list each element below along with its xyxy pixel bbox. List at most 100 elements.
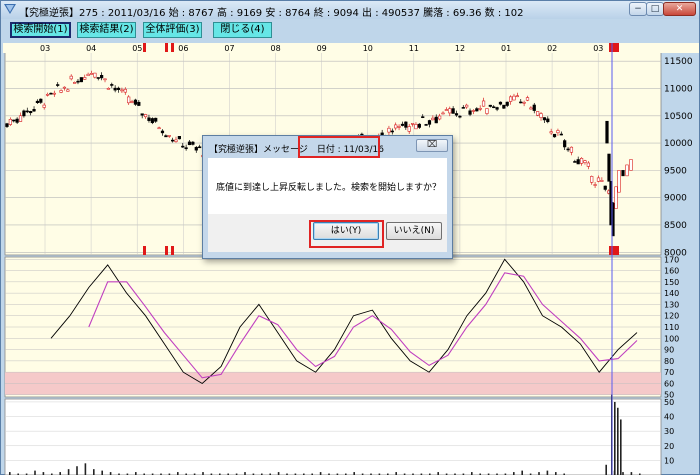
candle-body xyxy=(552,133,557,138)
candle-body xyxy=(441,112,445,115)
dialog-close-button[interactable]: ⌧ xyxy=(416,139,448,152)
oscillator-tick-label: 80 xyxy=(664,357,674,366)
volume-background xyxy=(4,398,662,475)
candle-body xyxy=(448,108,452,114)
candle-body xyxy=(96,77,100,79)
candle-body xyxy=(438,115,442,120)
candle-body xyxy=(458,115,462,118)
volume-tick-label: 50 xyxy=(664,398,674,407)
candle-body xyxy=(89,73,94,75)
maximize-button[interactable]: □ xyxy=(646,2,664,16)
candle-body xyxy=(454,113,459,116)
oscillator-tick-label: 70 xyxy=(664,368,674,377)
candle-body xyxy=(184,147,188,150)
candle-body xyxy=(177,136,181,140)
candle-body xyxy=(532,104,536,111)
candle-body xyxy=(621,170,625,177)
candle-body xyxy=(400,123,405,126)
candle-body xyxy=(154,117,158,122)
window-title: 【究極逆張】275 : 2011/03/16 始 : 8767 高 : 9169… xyxy=(19,8,524,19)
candle-body xyxy=(505,101,509,106)
signal-marker xyxy=(143,43,146,52)
no-button[interactable]: いいえ(N) xyxy=(386,222,442,240)
month-tick-label: 03 xyxy=(40,44,50,53)
month-tick-label: 09 xyxy=(317,44,327,53)
candle-body xyxy=(605,120,609,144)
price-tick-label: 9500 xyxy=(664,166,687,176)
candle-body xyxy=(522,101,526,104)
candle-body xyxy=(387,127,391,133)
minimize-button[interactable]: − xyxy=(629,2,647,16)
candle-body xyxy=(509,96,513,102)
candle-body xyxy=(614,186,618,209)
search-results-button[interactable]: 検索結果(2) xyxy=(77,22,136,38)
candle-body xyxy=(164,135,168,138)
candle-body xyxy=(502,104,506,109)
dialog-message: 底値に到達し上昇反転しました。検索を開始しますか？ xyxy=(216,183,442,193)
candle-body xyxy=(424,124,428,126)
candle-body xyxy=(586,162,590,167)
app-window: 【究極逆張】275 : 2011/03/16 始 : 8767 高 : 9169… xyxy=(0,0,700,475)
candle-body xyxy=(461,107,465,109)
volume-bar xyxy=(521,470,523,475)
volume-tick-label: 30 xyxy=(664,427,674,436)
price-tick-label: 10000 xyxy=(664,139,693,149)
signal-marker xyxy=(171,43,174,52)
candle-body xyxy=(475,108,479,112)
candle-body xyxy=(431,117,435,121)
candle-body xyxy=(600,180,604,182)
title-bar[interactable]: 【究極逆張】275 : 2011/03/16 始 : 8767 高 : 9169… xyxy=(1,1,699,19)
candle-body xyxy=(451,108,455,114)
volume-bar xyxy=(546,470,549,475)
close-window-button[interactable]: ✕ xyxy=(663,2,696,16)
candle-body xyxy=(495,107,499,110)
candle-body xyxy=(147,117,151,121)
candle-body xyxy=(478,108,482,110)
candle-body xyxy=(427,120,432,125)
month-tick-label: 02 xyxy=(547,44,557,53)
candle-body xyxy=(157,127,161,130)
candle-body xyxy=(546,118,550,123)
month-tick-label: 03 xyxy=(593,44,603,53)
candle-body xyxy=(590,176,594,183)
oscillator-tick-label: 90 xyxy=(664,346,674,355)
candle-body xyxy=(8,118,12,125)
candle-body xyxy=(397,126,401,128)
oscillator-tick-label: 100 xyxy=(664,334,679,343)
candle-body xyxy=(573,161,577,163)
volume-bar xyxy=(76,466,78,475)
candle-body xyxy=(556,130,560,134)
candle-body xyxy=(191,141,195,145)
search-start-button[interactable]: 検索開始(1) xyxy=(10,22,71,38)
price-tick-label: 10500 xyxy=(664,112,693,122)
chart-area: 80008500900095001000010500110001150003 04… xyxy=(3,43,699,475)
oscillator-tick-label: 170 xyxy=(664,255,679,264)
candle-body xyxy=(515,95,519,98)
candle-body xyxy=(407,126,411,132)
candle-body xyxy=(12,119,16,122)
month-tick-label: 07 xyxy=(224,44,234,53)
month-tick-label: 06 xyxy=(178,44,188,53)
candle-body xyxy=(140,113,144,116)
candle-body xyxy=(116,87,121,90)
candle-body xyxy=(512,95,516,101)
price-tick-label: 8500 xyxy=(664,221,687,231)
candle-body xyxy=(15,118,19,123)
candle-body xyxy=(72,82,77,84)
signal-marker xyxy=(609,43,619,52)
candle-body xyxy=(76,80,80,83)
candle-body xyxy=(120,89,124,92)
candle-body xyxy=(559,133,563,136)
yes-button[interactable]: はい(Y) xyxy=(313,222,379,240)
overall-evaluation-button[interactable]: 全体評価(3) xyxy=(143,22,202,38)
volume-panel: 10 20 30 40 50 xyxy=(4,394,674,475)
close-button[interactable]: 閉じる(4) xyxy=(213,22,272,38)
signal-marker xyxy=(165,246,168,255)
oscillator-tick-label: 140 xyxy=(664,289,679,298)
month-tick-label: 01 xyxy=(501,44,511,53)
volume-bar xyxy=(93,469,95,475)
volume-tick-label: 40 xyxy=(664,413,674,422)
candle-body xyxy=(62,86,67,89)
candle-body xyxy=(542,117,547,121)
candle-body xyxy=(59,90,63,93)
